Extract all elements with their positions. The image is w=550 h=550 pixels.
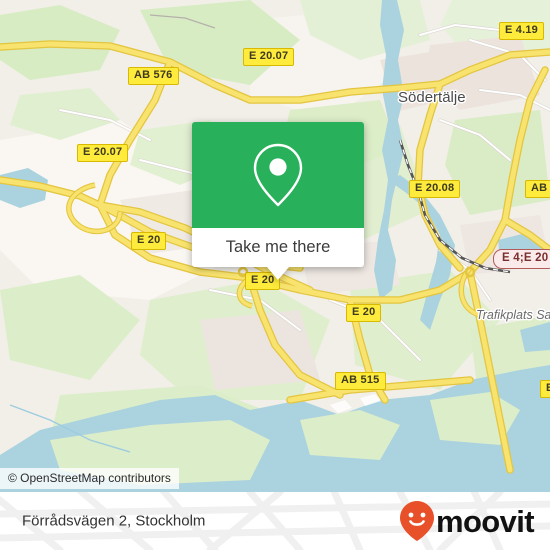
map-poi-label: Trafikplats Sa bbox=[476, 308, 550, 322]
callout-image-panel bbox=[192, 122, 364, 228]
moovit-wordmark: moovit bbox=[435, 503, 535, 539]
take-me-there-button[interactable]: Take me there bbox=[192, 228, 364, 280]
road-shield-e4-e20: E 4;E 20 bbox=[493, 249, 550, 269]
road-shield-e419: E 4.19 bbox=[499, 22, 545, 40]
osm-attribution[interactable]: © OpenStreetMap contributors bbox=[0, 468, 179, 489]
moovit-brand[interactable]: moovit bbox=[399, 500, 535, 542]
road-shield-ab576: AB 576 bbox=[128, 67, 179, 85]
moovit-smiley-pin-icon bbox=[399, 501, 434, 541]
road-shield-ab5: AB 5 bbox=[525, 180, 550, 198]
map-place-label: Södertälje bbox=[398, 89, 466, 106]
road-shield-e2007-top: E 20.07 bbox=[243, 48, 295, 66]
road-shield-e2007-left: E 20.07 bbox=[77, 144, 129, 162]
map-screenshot: Södertälje Trafikplats Sa E 4.19 E 20.07… bbox=[0, 0, 550, 550]
address-text: Förrådsvägen 2, Stockholm bbox=[22, 512, 206, 530]
take-me-there-label: Take me there bbox=[225, 238, 331, 256]
road-shield-e-edge: E bbox=[540, 380, 550, 398]
road-shield-e20-left: E 20 bbox=[131, 232, 167, 250]
location-callout[interactable]: Take me there bbox=[192, 122, 364, 280]
bottom-bar: Förrådsvägen 2, Stockholm moovit bbox=[0, 492, 550, 550]
road-shield-e2008: E 20.08 bbox=[409, 180, 461, 198]
road-shield-ab515: AB 515 bbox=[335, 372, 386, 390]
road-shield-e20-right: E 20 bbox=[346, 304, 382, 322]
callout-pointer bbox=[267, 267, 289, 280]
map-pin-icon bbox=[253, 143, 303, 207]
